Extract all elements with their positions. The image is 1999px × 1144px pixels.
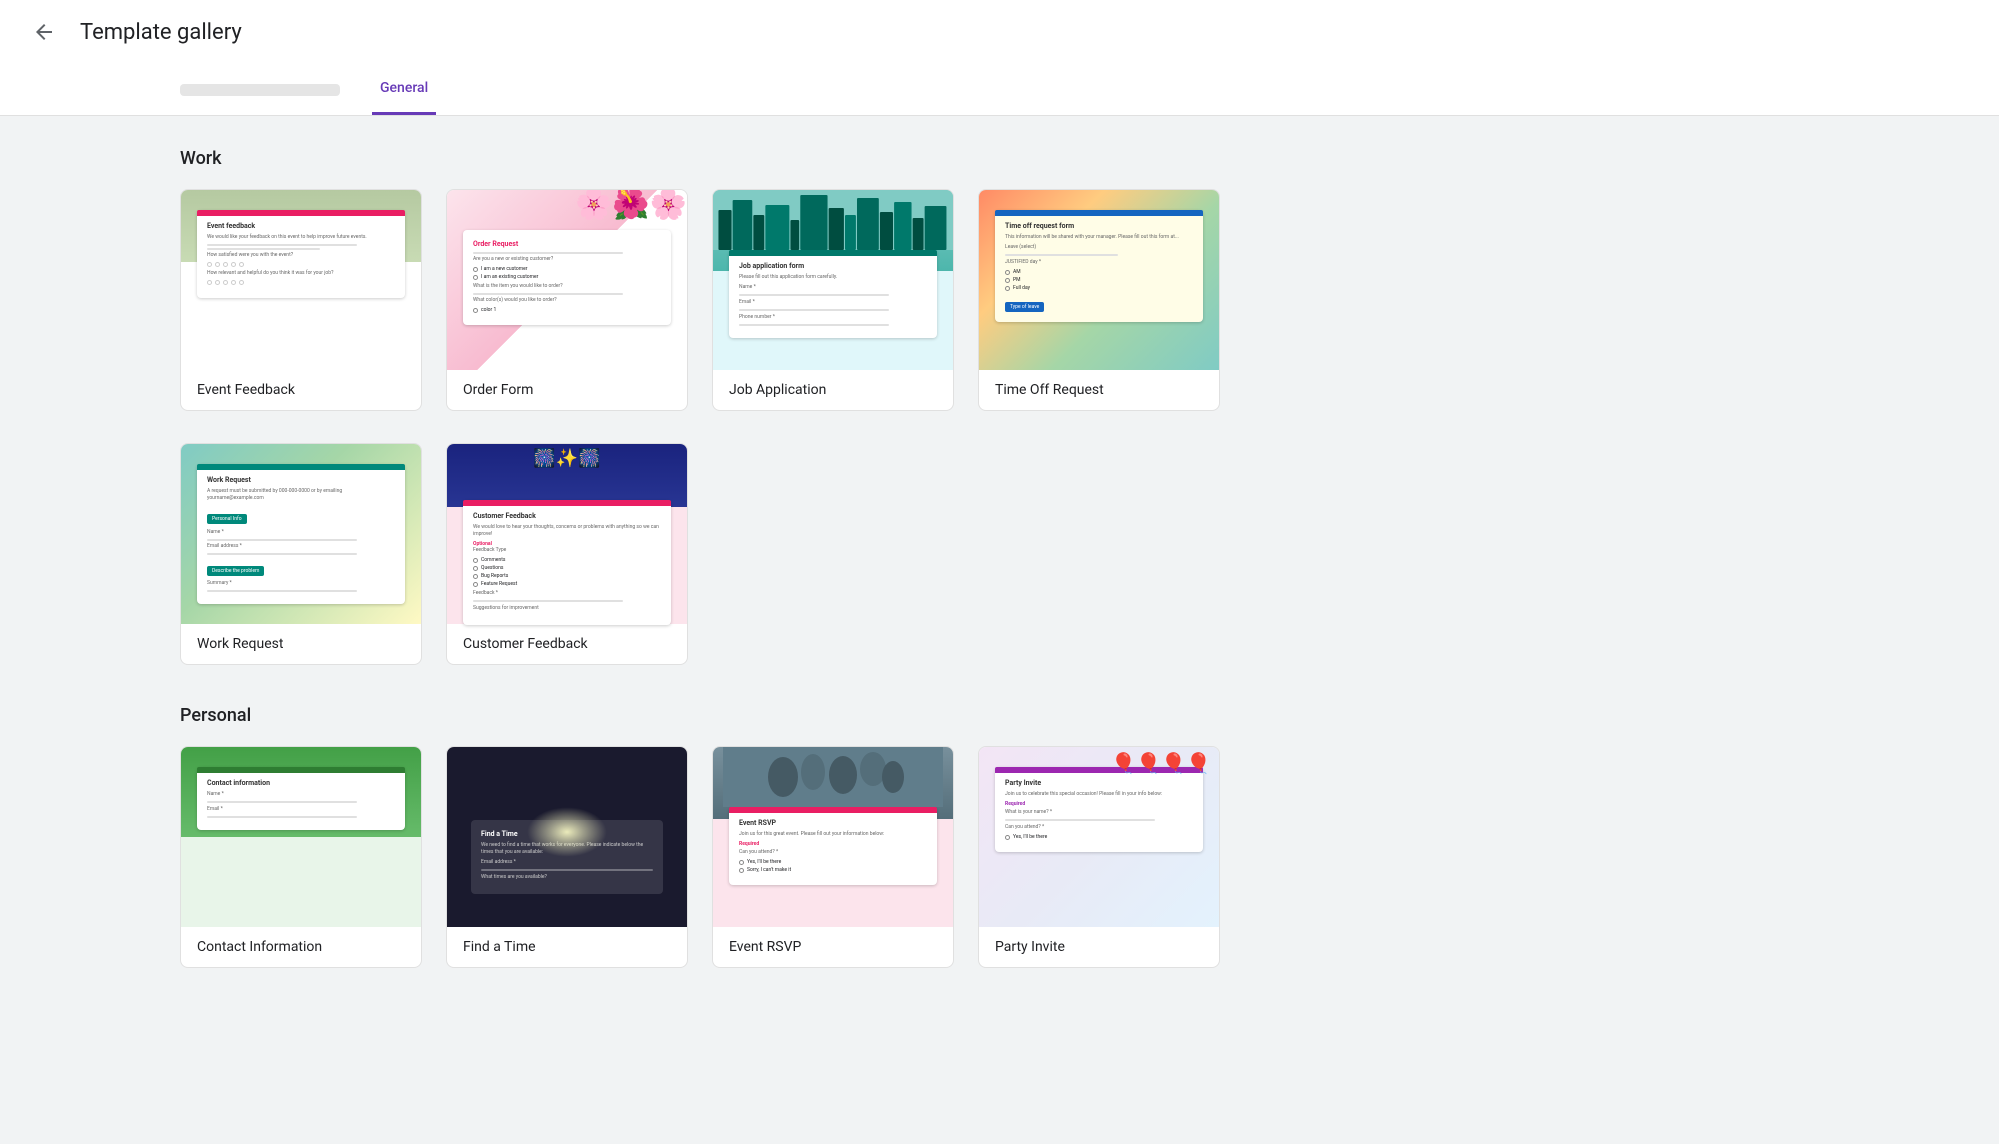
thumbnail-work-request: Work Request A request must be submitted… bbox=[181, 444, 421, 624]
form-preview: Event feedback We would like your feedba… bbox=[197, 210, 405, 298]
form-preview-event-rsvp: Event RSVP Join us for this great event.… bbox=[729, 807, 937, 885]
thumbnail-job-application: Job application form Please fill out thi… bbox=[713, 190, 953, 370]
back-button[interactable] bbox=[24, 12, 64, 52]
template-label-time-off-request: Time Off Request bbox=[979, 370, 1219, 410]
work-templates-row2: Work Request A request must be submitted… bbox=[180, 443, 1220, 665]
template-card-find-a-time[interactable]: Find a Time We need to find a time that … bbox=[446, 746, 688, 968]
main-content: Work Event feedback We would like your f… bbox=[0, 116, 1400, 1032]
page-title: Template gallery bbox=[80, 20, 242, 45]
thumbnail-time-off-request: Time off request form This information w… bbox=[979, 190, 1219, 370]
form-preview-time-off: Time off request form This information w… bbox=[995, 210, 1203, 322]
thumbnail-order-form: 🌸🌺🌸 Order Request Are you a new or exist… bbox=[447, 190, 687, 370]
thumbnail-customer-feedback: 🎆✨🎆 Customer Feedback We would love to h… bbox=[447, 444, 687, 624]
template-label-find-a-time: Find a Time bbox=[447, 927, 687, 967]
empty-slot-2 bbox=[978, 443, 1220, 665]
tabs-bar: General bbox=[0, 64, 1999, 116]
personal-section-title: Personal bbox=[180, 705, 1220, 726]
template-card-customer-feedback[interactable]: 🎆✨🎆 Customer Feedback We would love to h… bbox=[446, 443, 688, 665]
header: Template gallery bbox=[0, 0, 1999, 64]
template-label-order-form: Order Form bbox=[447, 370, 687, 410]
form-preview-customer-feedback: Customer Feedback We would love to hear … bbox=[463, 500, 671, 625]
thumbnail-contact-information: Contact information Name * Email * bbox=[181, 747, 421, 927]
form-preview-job: Job application form Please fill out thi… bbox=[729, 250, 937, 338]
template-label-party-invite: Party Invite bbox=[979, 927, 1219, 967]
work-section: Work Event feedback We would like your f… bbox=[180, 148, 1220, 665]
template-label-job-application: Job Application bbox=[713, 370, 953, 410]
flowers-decoration: 🌸🌺🌸 bbox=[575, 190, 687, 220]
template-card-job-application[interactable]: Job application form Please fill out thi… bbox=[712, 189, 954, 411]
template-card-party-invite[interactable]: 🎈🎈🎈🎈 Party Invite Join us to celebrate t… bbox=[978, 746, 1220, 968]
tab-general[interactable]: General bbox=[372, 64, 436, 115]
template-label-contact-information: Contact Information bbox=[181, 927, 421, 967]
template-card-order-form[interactable]: 🌸🌺🌸 Order Request Are you a new or exist… bbox=[446, 189, 688, 411]
template-card-time-off-request[interactable]: Time off request form This information w… bbox=[978, 189, 1220, 411]
blurred-tab bbox=[180, 84, 340, 96]
personal-section: Personal Contact information Name * Emai… bbox=[180, 705, 1220, 968]
template-label-event-feedback: Event Feedback bbox=[181, 370, 421, 410]
thumbnail-event-rsvp: Event RSVP Join us for this great event.… bbox=[713, 747, 953, 927]
thumbnail-party-invite: 🎈🎈🎈🎈 Party Invite Join us to celebrate t… bbox=[979, 747, 1219, 927]
work-section-title: Work bbox=[180, 148, 1220, 169]
template-card-contact-information[interactable]: Contact information Name * Email * Conta… bbox=[180, 746, 422, 968]
form-preview-order: Order Request Are you a new or existing … bbox=[463, 230, 671, 325]
template-label-work-request: Work Request bbox=[181, 624, 421, 664]
form-preview-contact: Contact information Name * Email * bbox=[197, 767, 405, 830]
template-card-event-rsvp[interactable]: Event RSVP Join us for this great event.… bbox=[712, 746, 954, 968]
people-photo bbox=[713, 747, 953, 807]
template-card-event-feedback[interactable]: Event feedback We would like your feedba… bbox=[180, 189, 422, 411]
template-label-customer-feedback: Customer Feedback bbox=[447, 624, 687, 664]
personal-templates-row1: Contact information Name * Email * Conta… bbox=[180, 746, 1220, 968]
balloons-decoration: 🎈🎈🎈🎈 bbox=[1111, 751, 1211, 775]
work-templates-row1: Event feedback We would like your feedba… bbox=[180, 189, 1220, 411]
empty-slot-1 bbox=[712, 443, 954, 665]
thumbnail-find-a-time: Find a Time We need to find a time that … bbox=[447, 747, 687, 927]
template-label-event-rsvp: Event RSVP bbox=[713, 927, 953, 967]
thumbnail-event-feedback: Event feedback We would like your feedba… bbox=[181, 190, 421, 370]
form-preview-party-invite: Party Invite Join us to celebrate this s… bbox=[995, 767, 1203, 852]
light-effect bbox=[527, 807, 607, 857]
form-preview-work-req: Work Request A request must be submitted… bbox=[197, 464, 405, 604]
fireworks-decoration: 🎆✨🎆 bbox=[533, 448, 600, 469]
template-card-work-request[interactable]: Work Request A request must be submitted… bbox=[180, 443, 422, 665]
